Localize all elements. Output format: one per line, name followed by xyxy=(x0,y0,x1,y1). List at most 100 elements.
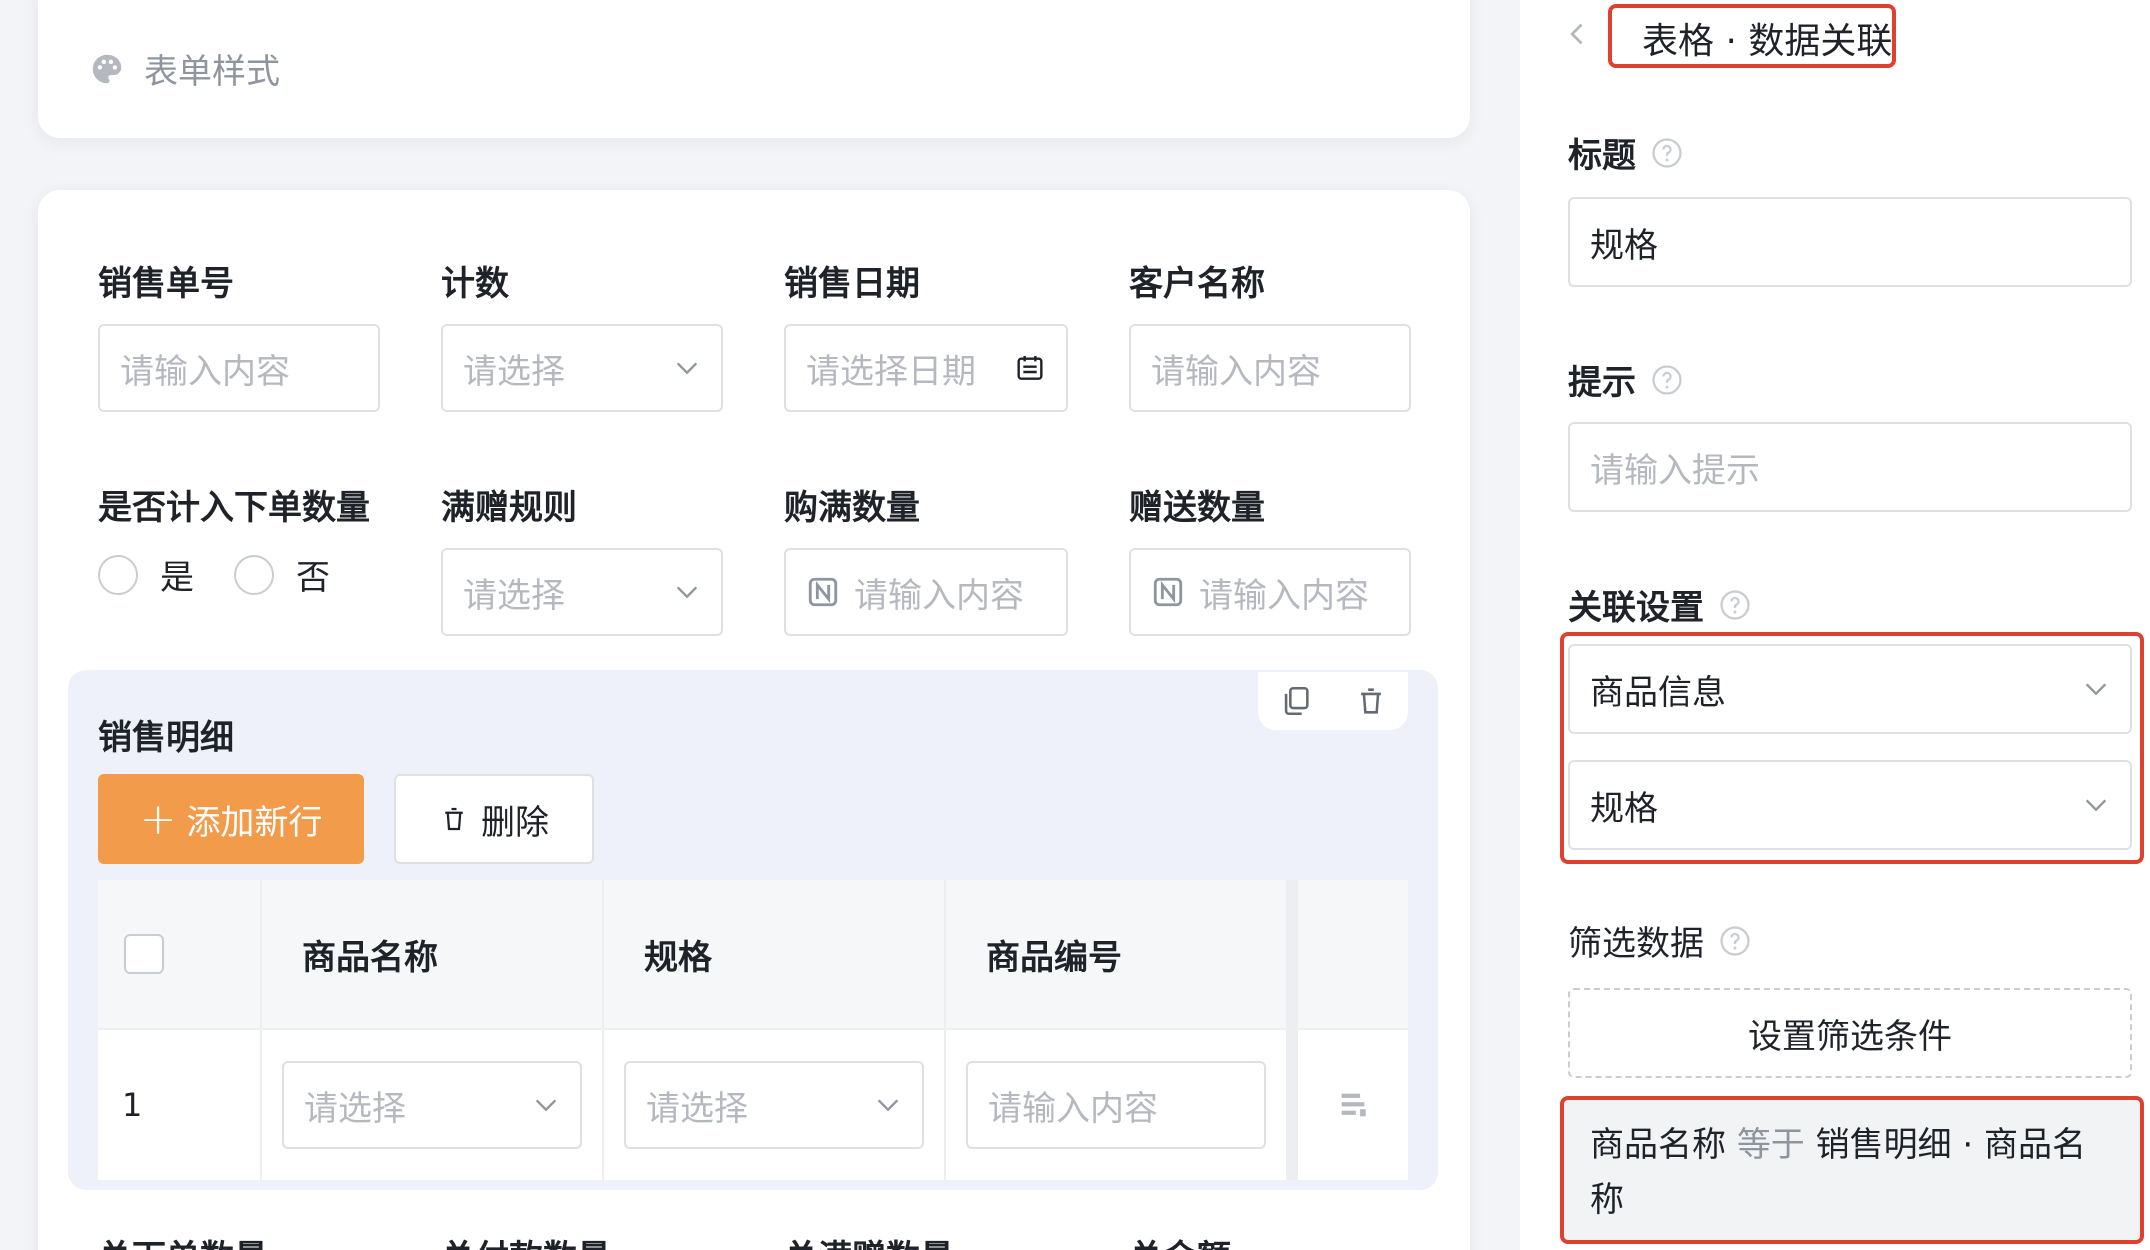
number-field-icon xyxy=(1153,577,1183,607)
field-count: 计数 xyxy=(441,256,509,305)
field-customer-name: 客户名称 xyxy=(1129,256,1265,305)
form-style-card: 表单样式 xyxy=(38,0,1470,138)
table-cell: 请选择 xyxy=(262,1030,604,1180)
table-cell: 请选择 xyxy=(604,1030,946,1180)
set-filter-label: 设置筛选条件 xyxy=(1748,1016,1952,1057)
field-label: 是否计入下单数量 xyxy=(98,488,370,528)
plus-icon: + xyxy=(139,793,177,845)
chevron-down-icon xyxy=(877,1099,899,1112)
radio-label: 否 xyxy=(296,558,330,598)
sales-date-picker[interactable]: 请选择日期 xyxy=(784,324,1068,412)
field-label: 销售日期 xyxy=(784,264,920,304)
highlight-box-title xyxy=(1608,4,1896,68)
radio-circle[interactable] xyxy=(234,554,274,595)
back-button[interactable] xyxy=(1564,20,1592,52)
field-label-total-amount: 总金额 xyxy=(1129,1230,1231,1250)
header-checkbox-cell xyxy=(98,880,262,1028)
table-row: 1 请选择 请选择 请输入内容 xyxy=(98,1030,1408,1180)
help-icon[interactable] xyxy=(1718,924,1752,958)
chevron-down-icon xyxy=(535,1099,557,1112)
chevron-left-icon xyxy=(1570,23,1583,45)
column-header: 商品名称 xyxy=(262,880,604,1028)
filter-data-label: 筛选数据 xyxy=(1568,916,1752,965)
set-filter-button[interactable]: 设置筛选条件 xyxy=(1568,988,2132,1078)
title-input[interactable]: 规格 xyxy=(1568,197,2132,287)
field-gift-rule: 满赠规则 xyxy=(441,480,577,529)
product-name-select[interactable]: 请选择 xyxy=(282,1061,582,1149)
form-style-label: 表单样式 xyxy=(144,52,280,92)
sales-no-input[interactable]: 请输入内容 xyxy=(98,324,380,412)
trash-icon[interactable] xyxy=(1354,684,1388,718)
table-cell: 请输入内容 xyxy=(946,1030,1288,1180)
field-label: 客户名称 xyxy=(1129,264,1265,304)
radio-no[interactable]: 否 xyxy=(234,550,330,599)
field-count-in-order: 是否计入下单数量 xyxy=(98,480,370,529)
field-gift-qty: 赠送数量 xyxy=(1129,480,1265,529)
copy-icon[interactable] xyxy=(1279,684,1313,718)
add-row-label: 添加新行 xyxy=(186,802,323,843)
field-label: 购满数量 xyxy=(784,488,920,528)
subtable-grid: 商品名称 规格 商品编号 1 请选择 请选择 请输入内容 xyxy=(98,880,1408,1180)
column-header-label: 商品编号 xyxy=(986,937,1122,978)
customer-name-input[interactable]: 请输入内容 xyxy=(1129,324,1411,412)
field-label-total-gift-qty: 总满赠数量 xyxy=(784,1230,954,1250)
highlight-box-condition xyxy=(1560,1096,2144,1244)
field-label-total-order-qty: 总下单数量 xyxy=(98,1230,268,1250)
column-header: 商品编号 xyxy=(946,880,1288,1028)
select-all-checkbox[interactable] xyxy=(124,934,164,974)
delete-row-label: 删除 xyxy=(481,802,549,843)
relation-setting-label: 关联设置 xyxy=(1568,580,1752,629)
hint-setting-text: 提示 xyxy=(1568,363,1636,403)
table-header: 商品名称 规格 商品编号 xyxy=(98,880,1408,1030)
count-in-order-radio-group: 是 否 xyxy=(98,550,370,599)
property-panel: 表格 · 数据关联 标题 规格 提示 请输入提示 关联设置 商品信息 规格 筛选… xyxy=(1520,0,2150,1250)
field-label-total-paid-qty: 总付款数量 xyxy=(441,1230,611,1250)
sales-detail-subtable[interactable]: 销售明细 + 添加新行 删除 商品名称 规格 商品编号 1 请选择 请选择 请输… xyxy=(68,670,1438,1190)
form-canvas: 销售单号 请输入内容 计数 请选择 销售日期 请选择日期 客户名称 请输入内容 … xyxy=(38,190,1470,1250)
row-detail-icon[interactable] xyxy=(1336,1088,1370,1122)
help-icon[interactable] xyxy=(1650,136,1684,170)
row-action-cell xyxy=(1298,1030,1408,1180)
add-row-button[interactable]: + 添加新行 xyxy=(98,774,364,864)
help-icon[interactable] xyxy=(1718,588,1752,622)
radio-circle[interactable] xyxy=(98,554,138,595)
column-header-label: 商品名称 xyxy=(302,937,438,978)
palette-icon xyxy=(92,54,122,83)
calendar-icon xyxy=(1017,356,1043,380)
title-setting-text: 标题 xyxy=(1568,136,1636,176)
field-sales-no: 销售单号 xyxy=(98,256,234,305)
subtable-toolbar xyxy=(1258,672,1408,730)
field-label: 销售单号 xyxy=(98,264,234,304)
help-icon[interactable] xyxy=(1650,363,1684,397)
highlight-box-relation xyxy=(1560,632,2144,864)
trash-icon xyxy=(445,807,463,831)
product-code-input[interactable]: 请输入内容 xyxy=(966,1061,1266,1149)
full-qty-input[interactable]: 请输入内容 xyxy=(784,548,1068,636)
gift-qty-input[interactable]: 请输入内容 xyxy=(1129,548,1411,636)
relation-setting-text: 关联设置 xyxy=(1568,588,1704,628)
spec-select[interactable]: 请选择 xyxy=(624,1061,924,1149)
column-header: 规格 xyxy=(604,880,946,1028)
row-index-cell: 1 xyxy=(98,1030,262,1180)
count-select[interactable]: 请选择 xyxy=(441,324,723,412)
title-setting-label: 标题 xyxy=(1568,128,1684,177)
column-header-label: 规格 xyxy=(644,937,712,978)
field-label: 满赠规则 xyxy=(441,488,577,528)
field-label: 计数 xyxy=(441,264,509,304)
delete-row-button[interactable]: 删除 xyxy=(394,774,594,864)
radio-label: 是 xyxy=(160,558,194,598)
gift-rule-select[interactable]: 请选择 xyxy=(441,548,723,636)
field-full-qty: 购满数量 xyxy=(784,480,920,529)
subtable-title: 销售明细 xyxy=(98,718,234,758)
fixed-column-divider xyxy=(1286,880,1298,1180)
form-style-link[interactable]: 表单样式 xyxy=(88,44,280,93)
row-index: 1 xyxy=(122,1086,143,1124)
filter-data-text: 筛选数据 xyxy=(1568,924,1704,964)
radio-yes[interactable]: 是 xyxy=(98,550,194,599)
hint-input[interactable]: 请输入提示 xyxy=(1568,422,2132,512)
field-label: 赠送数量 xyxy=(1129,488,1265,528)
app-root: 表单样式 销售单号 请输入内容 计数 请选择 销售日期 请选择日期 客户名称 请… xyxy=(0,0,2150,1250)
number-field-icon xyxy=(808,577,838,607)
field-sales-date: 销售日期 xyxy=(784,256,920,305)
hint-setting-label: 提示 xyxy=(1568,355,1684,404)
